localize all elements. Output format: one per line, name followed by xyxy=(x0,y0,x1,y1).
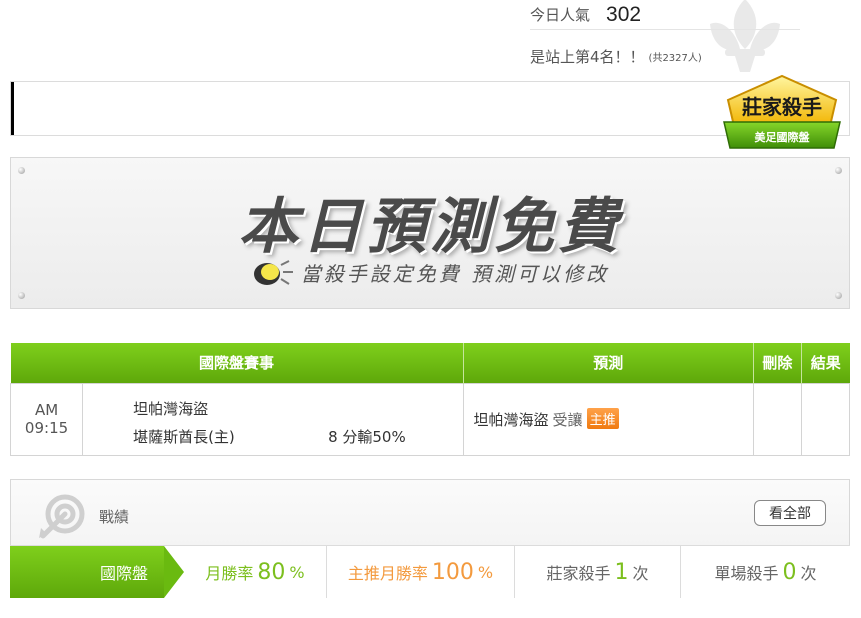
banker-killer-unit: 次 xyxy=(632,564,649,583)
single-game-killer-label: 單場殺手 xyxy=(714,564,779,583)
rank-row: 是站上第4名！！ (共2327人) xyxy=(530,46,702,67)
view-all-button[interactable]: 看全部 xyxy=(754,500,826,526)
main-pick-win-rate-value: 100 xyxy=(431,559,474,585)
handicap: 8 分輸50% xyxy=(328,427,406,446)
banker-killer-label: 莊家殺手 xyxy=(546,564,611,583)
tab-arrow-icon xyxy=(164,546,184,598)
banner-subtitle-row: 當殺手設定免費 預測可以修改 xyxy=(11,258,849,287)
single-game-killer-count: 單場殺手 0 次 xyxy=(681,546,850,598)
monthly-win-rate-value: 80 xyxy=(257,559,286,585)
prediction-cell: 坦帕灣海盜 受讓 主推 xyxy=(462,382,754,456)
single-game-killer-value: 0 xyxy=(782,559,797,585)
rivet-icon xyxy=(18,292,25,299)
pick-type: 受讓 xyxy=(552,411,583,429)
main-pick-win-rate: 主推月勝率 100 % xyxy=(327,546,515,598)
header-delete: 刪除 xyxy=(753,343,802,383)
main-pick-tag: 主推 xyxy=(586,408,619,429)
text-cursor xyxy=(11,82,14,135)
pick-team: 坦帕灣海盜 xyxy=(473,411,549,429)
rivet-icon xyxy=(18,167,25,174)
result-cell xyxy=(800,382,851,456)
rank-text: 是站上第4名！！ xyxy=(530,48,645,66)
tab-international-label: 國際盤 xyxy=(99,564,148,583)
popularity-count: 302 xyxy=(606,2,642,26)
main-pick-win-rate-unit: % xyxy=(477,562,494,582)
record-title: 戰績 xyxy=(99,508,130,526)
header-match: 國際盤賽事 xyxy=(10,343,464,383)
popularity-row: 今日人氣 302 xyxy=(530,0,800,30)
match-cell: 坦帕灣海盜 堪薩斯酋長(主) 8 分輸50% xyxy=(82,382,464,456)
banner-subtitle: 當殺手設定免費 預測可以修改 xyxy=(300,262,610,286)
tab-international[interactable]: 國際盤 xyxy=(10,546,184,598)
header-prediction: 預測 xyxy=(463,343,754,383)
banker-killer-value: 1 xyxy=(614,559,629,585)
stats-bar: 國際盤 月勝率 80 % 主推月勝率 100 % 莊家殺手 1 次 單場殺手 0… xyxy=(10,545,850,598)
rank-total: (共2327人) xyxy=(648,53,702,64)
monthly-win-rate-unit: % xyxy=(289,562,305,582)
target-icon xyxy=(39,494,85,539)
badge-subtitle: 美足國際盤 xyxy=(755,130,811,144)
rivet-icon xyxy=(835,167,842,174)
free-prediction-banner: 本日預測免費 當殺手設定免費 預測可以修改 xyxy=(10,157,850,309)
monthly-win-rate-label: 月勝率 xyxy=(205,564,254,583)
banker-killer-count: 莊家殺手 1 次 xyxy=(515,546,681,598)
rivet-icon xyxy=(835,292,842,299)
popularity-label: 今日人氣 xyxy=(530,6,591,24)
popularity-panel: 今日人氣 302 是站上第4名！！ (共2327人) xyxy=(520,0,861,80)
header-result: 結果 xyxy=(801,343,850,383)
main-pick-win-rate-label: 主推月勝率 xyxy=(347,564,428,583)
banker-killer-badge: 莊家殺手 美足國際盤 xyxy=(723,74,841,149)
badge-title: 莊家殺手 xyxy=(742,95,822,119)
team-home: 堪薩斯酋長(主) xyxy=(133,427,235,446)
team-away: 坦帕灣海盜 xyxy=(133,399,209,418)
lightbulb-icon xyxy=(253,259,293,285)
delete-cell[interactable] xyxy=(752,382,802,456)
match-time: AM 09:15 xyxy=(9,382,84,456)
table-row: AM 09:15 坦帕灣海盜 堪薩斯酋長(主) 8 分輸50% 坦帕灣海盜 受讓主… xyxy=(9,382,851,456)
single-game-killer-unit: 次 xyxy=(800,564,817,583)
banner-title: 本日預測免費 xyxy=(238,192,622,262)
record-panel: 戰績 看全部 國際盤 月勝率 80 % 主推月勝率 100 % 莊家殺手 1 次… xyxy=(10,479,850,598)
monthly-win-rate: 月勝率 80 % xyxy=(164,546,327,598)
prediction-table: 國際盤賽事 預測 刪除 結果 AM 09:15 坦帕灣海盜 堪薩斯酋長(主) 8… xyxy=(9,343,851,456)
